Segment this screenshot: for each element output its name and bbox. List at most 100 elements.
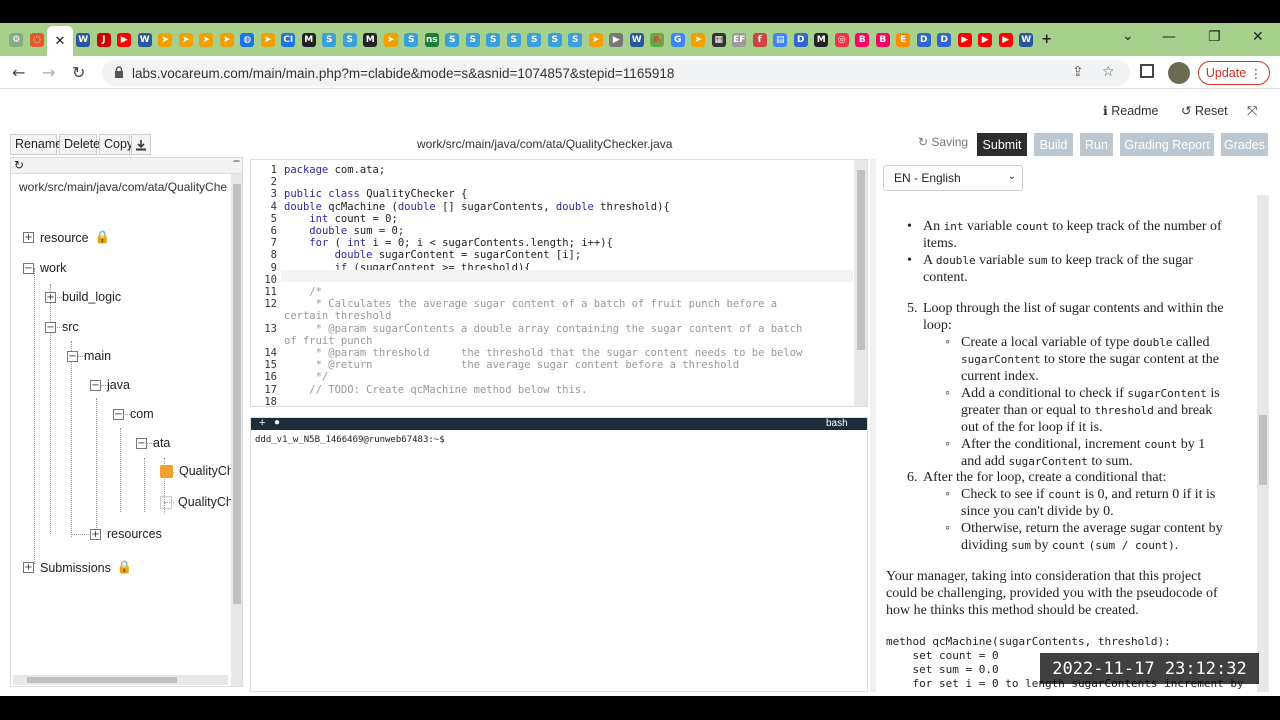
tree-node-src[interactable]: − src bbox=[45, 320, 79, 334]
copy-button[interactable]: Copy bbox=[99, 134, 133, 155]
browser-tab[interactable]: CI bbox=[278, 27, 299, 53]
update-button[interactable]: Update ⋮ bbox=[1198, 61, 1270, 85]
restore-icon[interactable]: ❐ bbox=[1208, 29, 1221, 45]
editor-scrollbar[interactable] bbox=[854, 160, 867, 406]
browser-tab[interactable]: W bbox=[135, 27, 156, 53]
minimize-icon[interactable]: — bbox=[1162, 29, 1176, 45]
browser-tab[interactable]: G bbox=[668, 27, 689, 53]
collapse-panel-icon[interactable]: − bbox=[233, 158, 240, 168]
browser-tab[interactable]: E bbox=[893, 27, 914, 53]
browser-tab[interactable]: ▤ bbox=[770, 27, 791, 53]
browser-tab[interactable]: S bbox=[504, 27, 525, 53]
browser-tab[interactable]: ▶ bbox=[996, 27, 1017, 53]
url-input[interactable]: labs.vocareum.com/main/main.php?m=clabid… bbox=[102, 60, 1130, 86]
panel-splitter[interactable] bbox=[870, 159, 876, 692]
code-editor[interactable]: 1 package com.ata; 2 3 public class QualityC… bbox=[250, 159, 868, 407]
browser-tab[interactable]: W bbox=[627, 27, 648, 53]
readme-link[interactable]: ℹ Readme bbox=[1103, 103, 1158, 118]
browser-tab[interactable]: ▦ bbox=[709, 27, 730, 53]
browser-tab[interactable]: ◌ bbox=[27, 27, 48, 53]
browser-tab[interactable]: B bbox=[852, 27, 873, 53]
browser-tab[interactable]: W bbox=[1016, 27, 1037, 53]
run-button[interactable]: Run bbox=[1080, 133, 1113, 156]
browser-tab[interactable]: ⚙ bbox=[6, 27, 27, 53]
close-tab-icon[interactable]: ✕ bbox=[47, 26, 73, 56]
browser-tab[interactable]: ➤ bbox=[688, 27, 709, 53]
browser-tab[interactable]: ◎ bbox=[832, 27, 853, 53]
tree-node-main[interactable]: − main bbox=[67, 349, 111, 363]
bookmark-star-icon[interactable]: ☆ bbox=[1102, 64, 1115, 80]
browser-tab[interactable]: ➤ bbox=[258, 27, 279, 53]
browser-tab[interactable]: ➤ bbox=[381, 27, 402, 53]
browser-tab[interactable]: ➤ bbox=[217, 27, 238, 53]
browser-tab[interactable]: D bbox=[934, 27, 955, 53]
browser-tab[interactable]: ns bbox=[422, 27, 443, 53]
browser-tab[interactable]: ➤ bbox=[196, 27, 217, 53]
browser-tab[interactable]: D bbox=[791, 27, 812, 53]
window-close-icon[interactable]: ✕ bbox=[1252, 29, 1264, 45]
tree-scrollbar[interactable] bbox=[231, 174, 242, 686]
browser-tab[interactable]: f bbox=[750, 27, 771, 53]
step-number: 6. bbox=[907, 470, 918, 485]
add-terminal-icon[interactable]: + bbox=[259, 417, 265, 429]
tree-node-resource[interactable]: + resource 🔒 bbox=[23, 230, 110, 245]
tree-node-submissions[interactable]: + Submissions 🔒 bbox=[23, 560, 132, 575]
tree-node-ata[interactable]: − ata bbox=[136, 436, 170, 450]
browser-tab[interactable]: EF bbox=[729, 27, 750, 53]
browser-tab[interactable]: M bbox=[360, 27, 381, 53]
browser-tab[interactable]: S bbox=[340, 27, 361, 53]
tree-node-build-logic[interactable]: + build_logic bbox=[45, 290, 121, 304]
browser-tab[interactable]: B bbox=[873, 27, 894, 53]
delete-button[interactable]: Delete bbox=[59, 134, 100, 155]
browser-tab[interactable]: S bbox=[565, 27, 586, 53]
grading-report-button[interactable]: Grading Report bbox=[1120, 133, 1214, 156]
tree-node-work[interactable]: − work bbox=[23, 261, 66, 275]
browser-tab[interactable]: ◍ bbox=[237, 27, 258, 53]
instructions-scrollbar[interactable] bbox=[1257, 195, 1269, 692]
browser-tab[interactable]: S bbox=[463, 27, 484, 53]
browser-tab[interactable]: ➤ bbox=[155, 27, 176, 53]
browser-tab[interactable]: S bbox=[401, 27, 422, 53]
browser-tab[interactable]: D bbox=[914, 27, 935, 53]
browser-tab[interactable]: W bbox=[73, 27, 94, 53]
build-button[interactable]: Build bbox=[1034, 133, 1073, 156]
reset-link[interactable]: ↺ Reset bbox=[1181, 103, 1228, 118]
browser-tab[interactable]: S bbox=[524, 27, 545, 53]
browser-tab[interactable]: ▶ bbox=[975, 27, 996, 53]
browser-tab[interactable]: ▶ bbox=[114, 27, 135, 53]
browser-tab[interactable]: S bbox=[483, 27, 504, 53]
tree-hscrollbar[interactable] bbox=[13, 675, 228, 685]
browser-tab[interactable]: ▶ bbox=[606, 27, 627, 53]
browser-tab[interactable]: S bbox=[319, 27, 340, 53]
download-icon[interactable] bbox=[131, 134, 151, 155]
avatar[interactable] bbox=[1168, 62, 1190, 84]
back-icon[interactable]: ← bbox=[12, 63, 25, 82]
refresh-icon[interactable]: ↻ bbox=[14, 158, 24, 172]
browser-tab[interactable]: M bbox=[811, 27, 832, 53]
browser-tab[interactable]: ▶ bbox=[955, 27, 976, 53]
terminal-panel[interactable]: + ● bash ddd_v1_w_N5B_1466469@runweb6748… bbox=[250, 417, 868, 692]
tree-node-com[interactable]: − com bbox=[113, 407, 154, 421]
tab-search-icon[interactable]: ⌄ bbox=[1122, 28, 1134, 44]
browser-tab[interactable]: ➤ bbox=[586, 27, 607, 53]
tree-node-resources[interactable]: + resources bbox=[90, 527, 162, 541]
browser-tab[interactable]: S bbox=[442, 27, 463, 53]
tree-file-qualitychecker-test[interactable]: QualityCh bbox=[160, 495, 233, 509]
share-icon[interactable]: ⇪ bbox=[1072, 64, 1084, 80]
rename-button[interactable]: Rename bbox=[10, 134, 62, 155]
browser-tab[interactable]: 🍂 bbox=[647, 27, 668, 53]
submit-button[interactable]: Submit bbox=[977, 133, 1027, 156]
reload-icon[interactable]: ↻ bbox=[72, 63, 85, 82]
tree-node-java[interactable]: − java bbox=[90, 378, 130, 392]
side-panel-icon[interactable] bbox=[1140, 64, 1154, 78]
tree-file-qualitychecker[interactable]: QualityCh bbox=[160, 464, 234, 478]
new-tab-button[interactable]: + bbox=[1037, 27, 1058, 53]
browser-tab[interactable]: J bbox=[94, 27, 115, 53]
browser-tab[interactable]: ➤ bbox=[176, 27, 197, 53]
terminal-tab-bash[interactable]: bash bbox=[826, 418, 848, 429]
language-select[interactable]: EN - English ⌄ bbox=[883, 165, 1023, 191]
fullscreen-icon[interactable]: ⤧ bbox=[1247, 103, 1257, 119]
forward-icon[interactable]: → bbox=[42, 63, 55, 82]
browser-tab[interactable]: S bbox=[545, 27, 566, 53]
browser-tab[interactable]: M bbox=[299, 27, 320, 53]
